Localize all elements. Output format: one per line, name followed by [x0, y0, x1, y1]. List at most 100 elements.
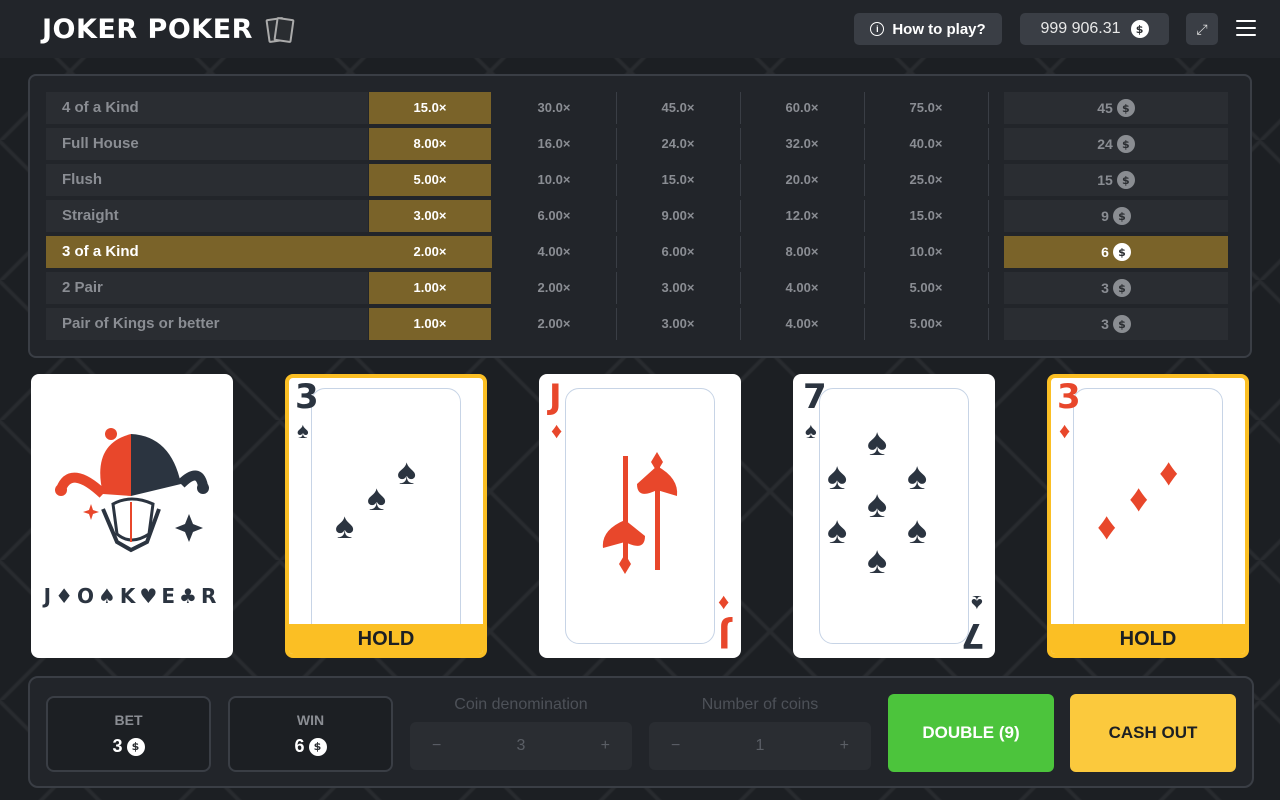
coin-icon: $: [308, 737, 327, 756]
column-divider: [988, 92, 989, 124]
spades-pip-icon: ♠: [827, 510, 848, 552]
increase-button[interactable]: +: [601, 737, 610, 755]
card-rank: 7: [803, 377, 827, 417]
multiplier-cell: 15.0×: [369, 92, 491, 124]
spades-pip-icon: ♠: [907, 510, 928, 552]
payout-cell: 3 $: [1004, 308, 1228, 340]
paytable-row: 4 of a Kind 15.0× 30.0× 45.0× 60.0× 75.0× 45 $: [46, 92, 1230, 124]
menu-icon-line: [1236, 20, 1256, 22]
multiplier-cell: 10.0×: [909, 244, 943, 259]
spades-pip-icon: ♠: [367, 477, 387, 518]
win-value: 6: [294, 736, 305, 756]
paytable-row: Straight 3.00× 6.00× 9.00× 12.0× 15.0× 9 $: [46, 200, 1230, 232]
multiplier-cell: 24.0×: [661, 136, 695, 151]
multiplier-cell: 3.00×: [661, 280, 695, 295]
column-divider: [988, 128, 989, 160]
column-divider: [988, 308, 989, 340]
spades-pip-icon: ♠: [335, 505, 355, 546]
multiplier-cell: 2.00×: [413, 244, 447, 259]
multiplier-cell: 5.00×: [909, 316, 943, 331]
double-button[interactable]: DOUBLE (9): [888, 694, 1054, 772]
increase-button[interactable]: +: [840, 737, 849, 755]
payout-value: 15: [1097, 172, 1113, 188]
coin-icon: $: [1112, 279, 1131, 297]
multiplier-cell: 45.0×: [661, 100, 695, 115]
coin-icon: $: [1112, 315, 1131, 333]
info-icon: i: [870, 22, 885, 36]
hand-name: Straight: [62, 207, 119, 224]
how-to-play-button[interactable]: i How to play?: [854, 13, 1002, 45]
column-divider: [988, 272, 989, 304]
multiplier-cell: 1.00×: [369, 308, 491, 340]
paytable-row: Full House 8.00× 16.0× 24.0× 32.0× 40.0× 24 $: [46, 128, 1230, 160]
playing-card[interactable]: 7 ♠ 7 ♠ ♠ ♠ ♠ ♠ ♠ ♠ ♠: [793, 374, 995, 658]
payout-cell: 15 $: [1004, 164, 1228, 196]
top-bar: JOKER POKER i How to play? 999 906.31 $ …: [0, 0, 1280, 58]
spades-pip-icon: ♠: [867, 422, 888, 464]
hand-name: 3 of a Kind: [62, 243, 139, 260]
multiplier-cell: 1.00×: [369, 272, 491, 304]
decrease-button[interactable]: −: [671, 737, 680, 755]
payout-value: 45: [1097, 100, 1113, 116]
payout-cell: 24 $: [1004, 128, 1228, 160]
bottom-controls: BET 3 $ WIN 6 $ Coin denomination − 3 + …: [28, 676, 1254, 788]
multiplier-cell: 20.0×: [785, 172, 819, 187]
multiplier-cell: 12.0×: [785, 208, 819, 223]
multiplier-cell: 5.00×: [909, 280, 943, 295]
multiplier-cell: 16.0×: [537, 136, 571, 151]
paytable-row: Pair of Kings or better 1.00× 2.00× 3.00× 4.…: [46, 308, 1230, 340]
multiplier-cell: 9.00×: [661, 208, 695, 223]
spades-pip-icon: ♠: [907, 456, 928, 498]
paytable: 4 of a Kind 15.0× 30.0× 45.0× 60.0× 75.0× 45 $ F…: [28, 74, 1252, 358]
playing-card[interactable]: 3 ♠ ♠ ♠ ♠ HOLD: [285, 374, 487, 658]
joker-label: J♦O♠K♥E♣R: [43, 584, 221, 608]
menu-icon-line: [1236, 27, 1256, 29]
hand-name: Flush: [62, 171, 102, 188]
diamonds-pip-icon: ♦: [1129, 478, 1149, 520]
multiplier-cell: 10.0×: [537, 172, 571, 187]
coin-icon: $: [1116, 135, 1135, 153]
bet-label: BET: [114, 712, 143, 728]
hand-name: Full House: [62, 135, 139, 152]
number-of-coins-label: Number of coins: [701, 696, 819, 713]
spades-pip-icon: ♠: [867, 484, 888, 526]
coin-icon: $: [1116, 171, 1135, 189]
multiplier-cell: 6.00×: [661, 244, 695, 259]
multiplier-cell: 15.0×: [661, 172, 695, 187]
playing-card[interactable]: 3 ♦ ♦ ♦ ♦ HOLD: [1047, 374, 1249, 658]
card-rank-bottom: 7: [961, 615, 985, 655]
bet-value: 3: [112, 736, 123, 756]
multiplier-cell: 8.00×: [785, 244, 819, 259]
cash-out-button[interactable]: CASH OUT: [1070, 694, 1236, 772]
card-rank: 3: [1057, 377, 1081, 417]
multiplier-cell: 60.0×: [785, 100, 819, 115]
multiplier-cell: 30.0×: [537, 100, 571, 115]
jester-icon: [31, 374, 233, 579]
coin-icon: $: [1112, 243, 1131, 261]
multiplier-cell: 8.00×: [369, 128, 491, 160]
payout-cell: 3 $: [1004, 272, 1228, 304]
diamonds-pip-icon: ♦: [1159, 452, 1179, 494]
card-frame: [311, 388, 461, 644]
paytable-row: Flush 5.00× 10.0× 15.0× 20.0× 25.0× 15 $: [46, 164, 1230, 196]
multiplier-cell: 25.0×: [909, 172, 943, 187]
paytable-row: 2 Pair 1.00× 2.00× 3.00× 4.00× 5.00× 3 $: [46, 272, 1230, 304]
multiplier-cell: 15.0×: [909, 208, 943, 223]
column-divider: [988, 236, 989, 268]
coin-icon: $: [1116, 99, 1135, 117]
diamonds-icon: ♦: [1059, 418, 1071, 443]
win-value-wrap: 6 $: [230, 736, 391, 757]
playing-card[interactable]: J ♦ J ♦: [539, 374, 741, 658]
multiplier-cell: 4.00×: [785, 280, 819, 295]
coin-denomination-value: 3: [516, 737, 526, 754]
hamburger-menu-button[interactable]: [1236, 18, 1256, 38]
spades-pip-icon: ♠: [397, 451, 417, 492]
spades-icon: ♠: [297, 418, 309, 443]
multiplier-cell: 3.00×: [369, 200, 491, 232]
fullscreen-button[interactable]: ⤢: [1186, 13, 1218, 45]
hand-name: 2 Pair: [62, 279, 103, 296]
spades-pip-icon: ♠: [867, 540, 888, 582]
decrease-button[interactable]: −: [432, 737, 441, 755]
joker-card[interactable]: J♦O♠K♥E♣R: [31, 374, 233, 658]
how-to-play-label: How to play?: [892, 20, 986, 38]
